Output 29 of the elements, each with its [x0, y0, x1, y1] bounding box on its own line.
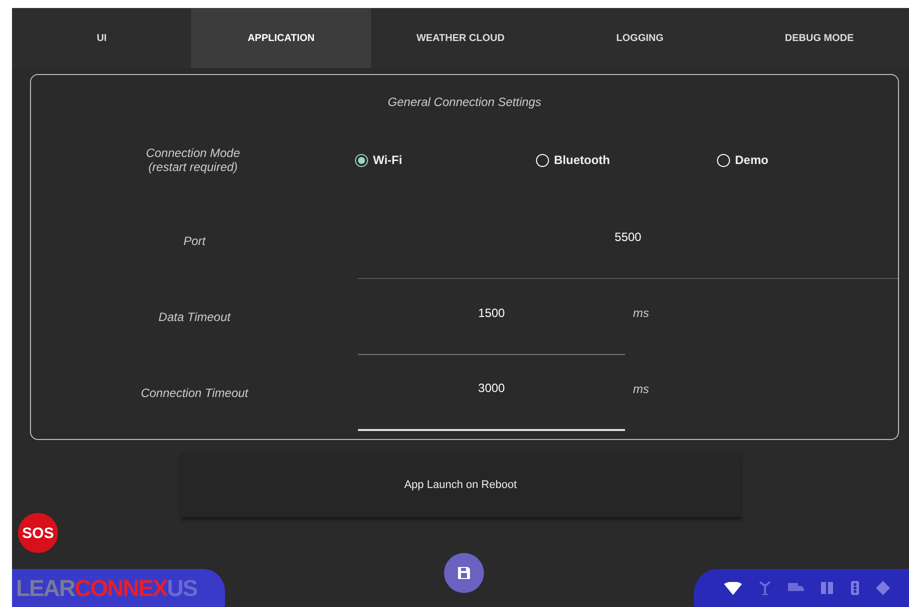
input-field[interactable]: 1500 — [358, 279, 625, 355]
field-label: Port — [183, 234, 206, 248]
unit-label: ms — [633, 382, 649, 398]
section-title: General Connection Settings — [388, 95, 542, 109]
tab[interactable]: UI — [12, 8, 192, 68]
field-label: Connection Mode — [146, 146, 240, 160]
radio-option[interactable]: Bluetooth — [536, 153, 717, 167]
unit-label: ms — [633, 306, 649, 322]
input-field[interactable]: 3000 — [358, 355, 625, 431]
app-launch-row[interactable]: App Launch on Reboot — [180, 453, 740, 517]
tab[interactable]: APPLICATION — [191, 8, 371, 68]
save-button[interactable] — [444, 553, 484, 593]
traffic-light-icon — [850, 581, 860, 595]
truck-icon — [788, 582, 804, 594]
radio-option[interactable]: Demo — [717, 153, 898, 167]
field-note: (restart required) — [148, 160, 238, 174]
sos-button[interactable]: SOS — [18, 513, 58, 553]
field-label: Connection Timeout — [140, 386, 248, 400]
tab[interactable]: WEATHER CLOUD — [370, 8, 550, 68]
book-icon — [820, 581, 834, 595]
tab[interactable]: LOGGING — [550, 8, 730, 68]
wifi-icon — [724, 582, 742, 594]
antenna-icon — [758, 581, 772, 595]
radio-option[interactable]: Wi-Fi — [355, 153, 536, 167]
input-field[interactable]: 5500 — [358, 203, 898, 279]
diamond-icon — [876, 581, 890, 595]
field-label: Data Timeout — [158, 310, 230, 324]
tab[interactable]: DEBUG MODE — [730, 8, 909, 68]
app-launch-label: App Launch on Reboot — [404, 479, 517, 491]
